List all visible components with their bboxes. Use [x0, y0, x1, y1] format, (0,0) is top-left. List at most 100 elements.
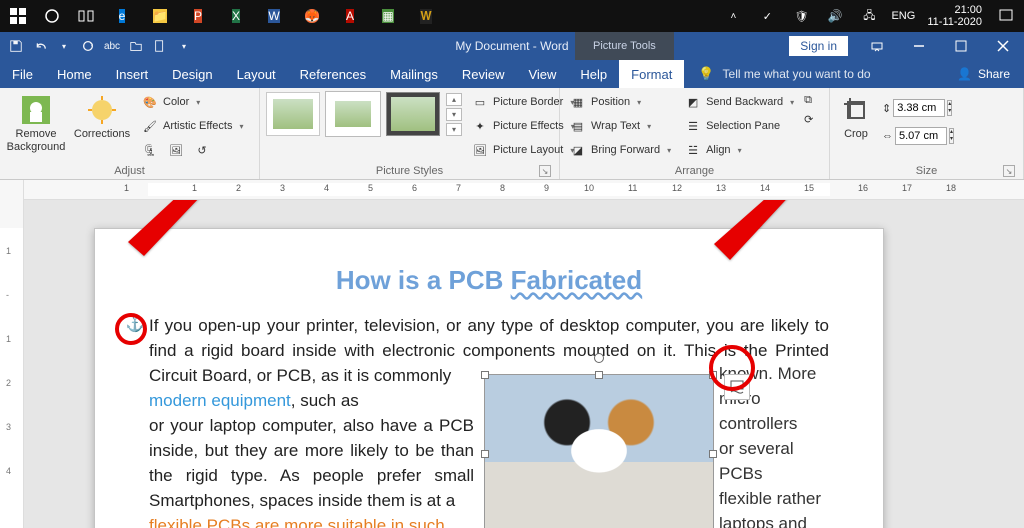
share-button[interactable]: 👤 Share: [943, 60, 1024, 88]
tab-references[interactable]: References: [288, 60, 378, 88]
crop-button[interactable]: Crop: [836, 92, 876, 141]
ribbon-options-icon[interactable]: [856, 32, 898, 60]
vertical-ruler[interactable]: 1 - 1 2 3 4: [0, 180, 24, 528]
word-title-bar: ▾ abc ▾ My Document - Word Picture Tools…: [0, 32, 1024, 60]
edge-icon[interactable]: e: [106, 2, 138, 30]
maximize-button[interactable]: [940, 32, 982, 60]
rotate-icon[interactable]: ⟳: [804, 113, 813, 126]
task-view-icon[interactable]: [72, 2, 100, 30]
picture-styles-gallery[interactable]: ▴ ▾ ▾: [266, 92, 462, 136]
open-icon[interactable]: [126, 36, 146, 56]
artistic-effects-button[interactable]: 🖌Artistic Effects▾: [138, 116, 248, 136]
acrobat-icon[interactable]: A: [334, 2, 366, 30]
resize-handle[interactable]: [481, 450, 489, 458]
tray-security-icon[interactable]: 🛡: [787, 2, 815, 30]
tab-mailings[interactable]: Mailings: [378, 60, 450, 88]
style-preset-3[interactable]: [386, 92, 440, 136]
width-field[interactable]: ⇔ ▴▾: [882, 126, 954, 146]
height-input[interactable]: [893, 99, 945, 117]
tab-format[interactable]: Format: [619, 60, 684, 88]
gallery-up-icon[interactable]: ▴: [446, 93, 462, 106]
explorer-icon[interactable]: 📁: [144, 2, 176, 30]
height-down-icon[interactable]: ▾: [948, 108, 951, 115]
tray-wifi-icon[interactable]: ✓: [753, 2, 781, 30]
document-workspace: 1 - 1 2 3 4 1123456789101112131415161718…: [0, 180, 1024, 528]
style-preset-2[interactable]: [326, 92, 380, 136]
color-button[interactable]: 🎨Color▾: [138, 92, 248, 112]
app-icon-1[interactable]: ▦: [372, 2, 404, 30]
style-preset-1[interactable]: [266, 92, 320, 136]
spelling-icon[interactable]: abc: [102, 36, 122, 56]
group-label-size: Size↘: [836, 165, 1017, 179]
redo-icon[interactable]: [78, 36, 98, 56]
document-canvas[interactable]: How is a PCB Fabricated ⚓ If you open-up…: [24, 200, 1024, 528]
remove-background-button[interactable]: Remove Background: [6, 92, 66, 154]
save-icon[interactable]: [6, 36, 26, 56]
tab-layout[interactable]: Layout: [225, 60, 288, 88]
sign-in-button[interactable]: Sign in: [789, 36, 848, 56]
excel-icon[interactable]: X: [220, 2, 252, 30]
powerpoint-icon[interactable]: P: [182, 2, 214, 30]
tray-chevron-icon[interactable]: ˄: [719, 2, 747, 30]
resize-handle[interactable]: [481, 371, 489, 379]
firefox-icon[interactable]: 🦊: [296, 2, 328, 30]
undo-icon[interactable]: [30, 36, 50, 56]
close-button[interactable]: [982, 32, 1024, 60]
hyperlink-modern[interactable]: modern equipment: [149, 391, 291, 410]
tab-help[interactable]: Help: [568, 60, 619, 88]
selection-pane-icon: ☰: [685, 118, 701, 134]
tab-insert[interactable]: Insert: [104, 60, 161, 88]
group-adjust: Remove Background Corrections 🎨Color▾ 🖌A…: [0, 88, 260, 179]
picture-tools-context-label: Picture Tools: [575, 32, 674, 60]
resize-handle[interactable]: [595, 371, 603, 379]
tab-file[interactable]: File: [0, 60, 45, 88]
gallery-more-icon[interactable]: ▾: [446, 123, 462, 136]
size-launcher-icon[interactable]: ↘: [1003, 165, 1015, 177]
tab-review[interactable]: Review: [450, 60, 517, 88]
width-down-icon[interactable]: ▾: [950, 136, 953, 143]
group-objects-icon[interactable]: ⧉: [804, 94, 813, 107]
reset-picture-icon[interactable]: ↺: [194, 142, 210, 158]
action-center-icon[interactable]: [992, 2, 1020, 30]
wrap-text-button[interactable]: ▤Wrap Text▾: [566, 116, 675, 136]
tray-lang[interactable]: ENG: [889, 2, 917, 30]
position-button[interactable]: ▦Position▾: [566, 92, 675, 112]
horizontal-ruler[interactable]: 1123456789101112131415161718: [24, 180, 1024, 200]
tab-view[interactable]: View: [516, 60, 568, 88]
group-label-picstyles: Picture Styles↘: [266, 165, 553, 179]
tray-clock[interactable]: 21:00 11-11-2020: [923, 4, 986, 28]
height-field[interactable]: ⇕ ▴▾: [882, 98, 954, 118]
hyperlink-more[interactable]: More: [778, 364, 817, 383]
qat-caret-icon[interactable]: ▾: [54, 36, 74, 56]
compress-picture-icon[interactable]: 🗜: [142, 142, 158, 158]
minimize-button[interactable]: [898, 32, 940, 60]
cortana-icon[interactable]: [38, 2, 66, 30]
tell-me-label: Tell me what you want to do: [723, 67, 871, 81]
corrections-button[interactable]: Corrections: [72, 92, 132, 141]
picstyles-launcher-icon[interactable]: ↘: [539, 165, 551, 177]
word-icon[interactable]: W: [258, 2, 290, 30]
start-button[interactable]: [4, 2, 32, 30]
change-picture-icon[interactable]: 🖼: [168, 142, 184, 158]
tray-network-icon[interactable]: 🖧: [855, 2, 883, 30]
app-icon-2[interactable]: 𝐖: [410, 2, 442, 30]
width-up-icon[interactable]: ▴: [950, 129, 953, 136]
new-icon[interactable]: [150, 36, 170, 56]
tab-design[interactable]: Design: [160, 60, 224, 88]
selection-pane-button[interactable]: ☰Selection Pane: [681, 116, 798, 136]
align-icon: ☱: [685, 142, 701, 158]
rotate-handle[interactable]: [594, 353, 604, 363]
hyperlink-flexible[interactable]: flexible PCBs are more suitable in such: [149, 516, 445, 528]
resize-handle[interactable]: [709, 450, 717, 458]
send-backward-button[interactable]: ◩Send Backward▾: [681, 92, 798, 112]
gallery-down-icon[interactable]: ▾: [446, 108, 462, 121]
tab-home[interactable]: Home: [45, 60, 104, 88]
bring-forward-button[interactable]: ◪Bring Forward▾: [566, 140, 675, 160]
qat-more-icon[interactable]: ▾: [174, 36, 194, 56]
height-up-icon[interactable]: ▴: [948, 101, 951, 108]
tray-volume-icon[interactable]: 🔊: [821, 2, 849, 30]
width-input[interactable]: [895, 127, 947, 145]
inserted-picture[interactable]: [484, 374, 714, 528]
tell-me-box[interactable]: 💡 Tell me what you want to do: [684, 60, 884, 88]
align-button[interactable]: ☱Align▾: [681, 140, 798, 160]
